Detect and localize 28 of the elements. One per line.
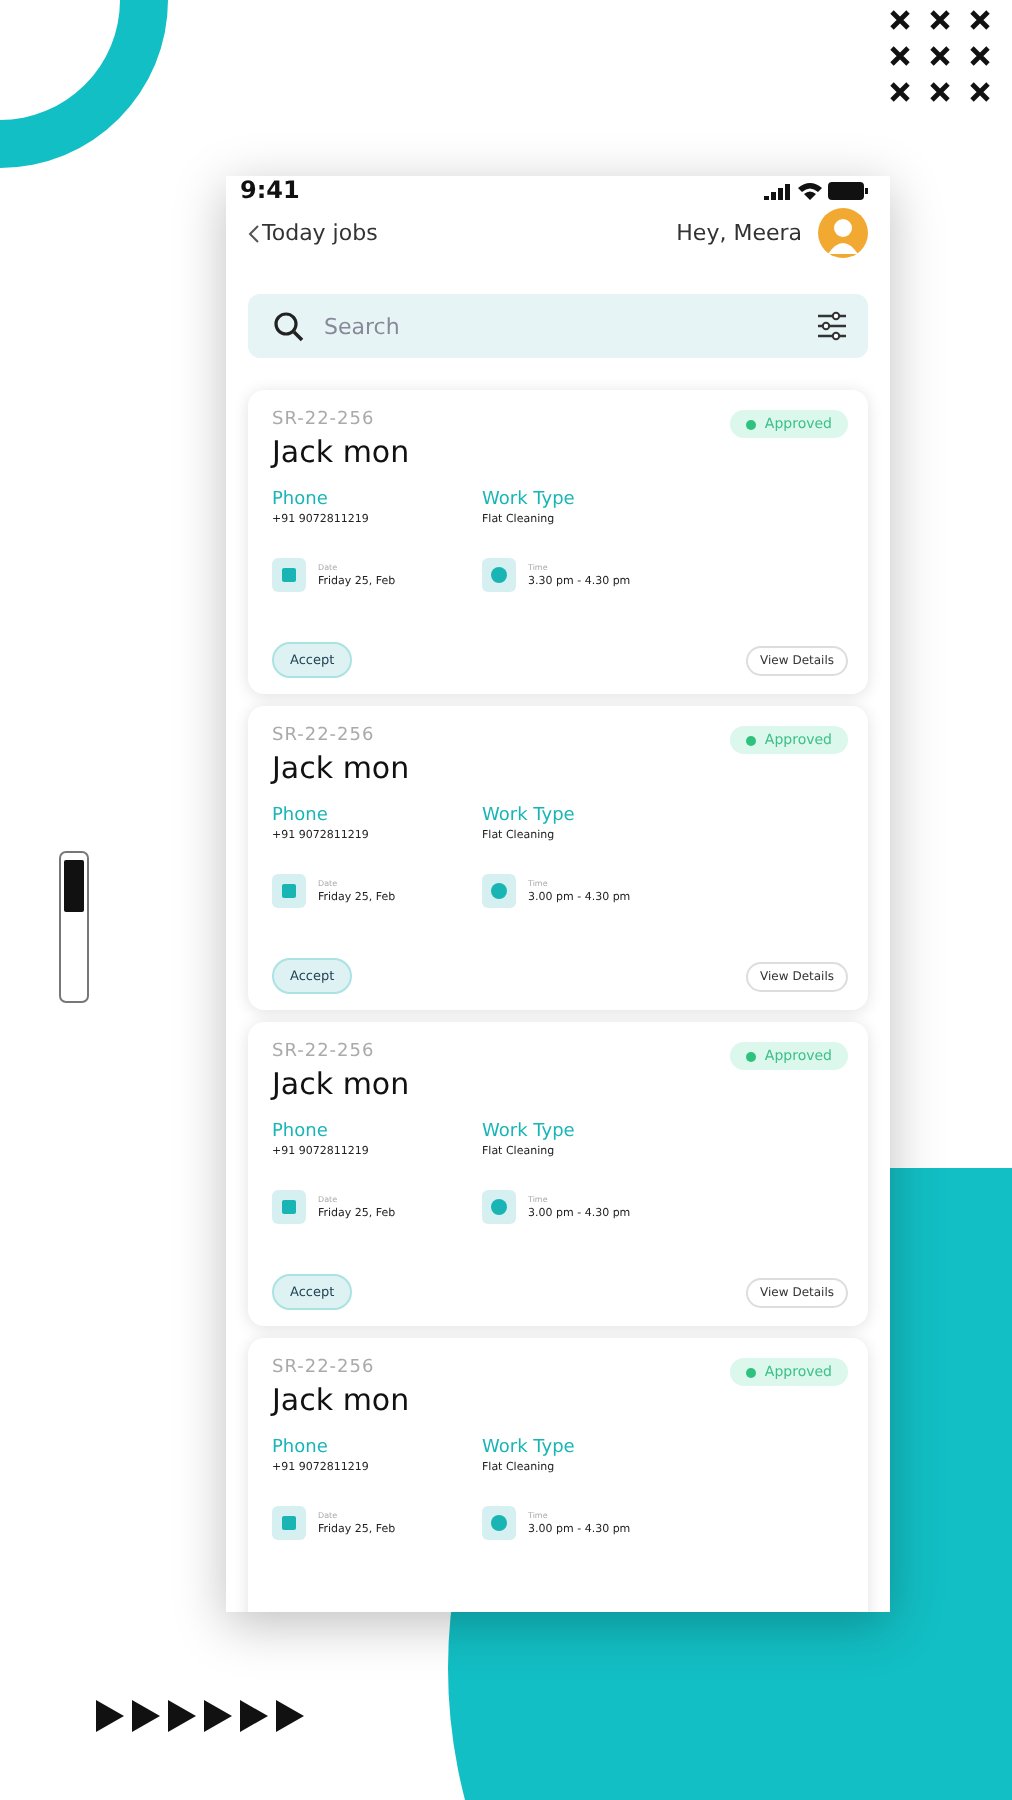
wifi-icon bbox=[798, 181, 822, 199]
job-code: SR-22-256 bbox=[272, 1042, 377, 1062]
filter-icon[interactable] bbox=[816, 310, 848, 342]
phone-label: Phone bbox=[272, 806, 330, 826]
work-type-label: Work Type bbox=[482, 490, 577, 510]
search-field[interactable]: Search bbox=[248, 294, 868, 358]
customer-name: Jack mon bbox=[272, 1066, 410, 1102]
scroll-indicator-icon bbox=[58, 850, 90, 1004]
search-icon bbox=[272, 310, 304, 342]
greeting-text: Hey, Meera bbox=[676, 220, 802, 246]
phone-label: Phone bbox=[272, 490, 330, 510]
work-type-label: Work Type bbox=[482, 806, 577, 826]
customer-name: Jack mon bbox=[272, 434, 410, 470]
job-code: SR-22-256 bbox=[272, 726, 377, 746]
phone-label: Phone bbox=[272, 1122, 330, 1142]
customer-name: Jack mon bbox=[272, 750, 410, 786]
work-type-label: Work Type bbox=[482, 1122, 577, 1142]
work-type-label: Work Type bbox=[482, 1438, 577, 1458]
chevron-left-icon bbox=[248, 223, 260, 243]
job-code: SR-22-256 bbox=[272, 1358, 377, 1378]
customer-name: Jack mon bbox=[272, 1382, 410, 1418]
back-link[interactable]: Today jobs bbox=[248, 220, 378, 246]
avatar-icon bbox=[818, 208, 868, 258]
job-code: SR-22-256 bbox=[272, 410, 377, 430]
battery-icon bbox=[828, 181, 868, 199]
signal-icon bbox=[764, 181, 792, 199]
status-time: 9:41 bbox=[240, 176, 300, 204]
phone-label: Phone bbox=[272, 1438, 330, 1458]
